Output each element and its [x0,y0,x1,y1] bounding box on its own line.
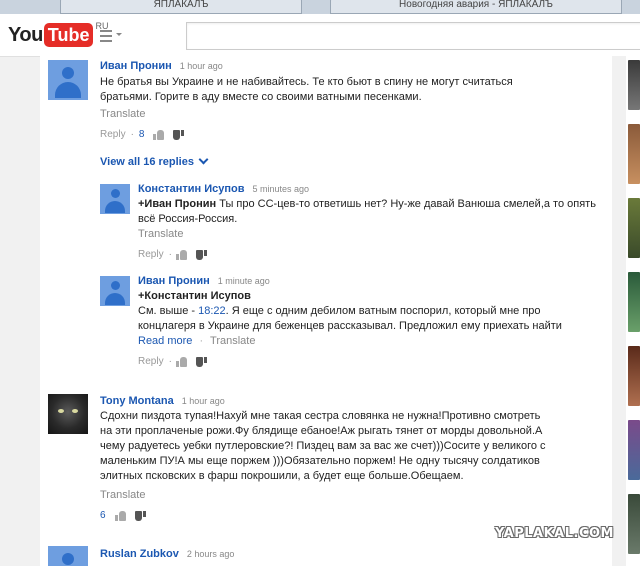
logo-you-text: You [8,23,43,46]
reply-mention[interactable]: +Константин Исупов [138,290,251,302]
reply-link[interactable]: Reply [138,249,164,260]
youtube-header: You Tube RU [0,14,640,57]
reply-actions: Reply · [138,356,212,367]
logo-tube-text: Tube [43,23,94,47]
translate-link[interactable]: Translate [100,489,145,501]
avatar[interactable] [48,546,88,566]
thumbs-down-icon[interactable] [195,249,208,260]
avatar[interactable] [48,394,88,434]
like-count: 8 [138,129,145,140]
comment-text: Не братья вы Украине и не набивайтесь. Т… [100,76,513,103]
browser-tab[interactable]: ЯПЛАКАЛЪ [60,0,302,14]
thumbs-down-icon[interactable] [173,129,185,140]
comment-actions: 6 [100,510,151,521]
comment-time[interactable]: 1 hour ago [182,396,225,406]
related-video-thumbnail[interactable] [628,124,640,184]
related-video-thumbnail[interactable] [628,272,640,332]
related-video-thumbnail[interactable] [628,198,640,258]
thumbs-up-icon[interactable] [175,356,188,367]
reply-text: +Иван Пронин Ты про СС-цев-то ответишь н… [138,198,596,225]
related-video-thumbnail[interactable] [628,494,640,554]
reply-mention[interactable]: +Иван Пронин [138,198,216,210]
reply-actions: Reply · [138,249,212,260]
related-video-thumbnail[interactable] [628,420,640,480]
guide-menu-icon[interactable] [100,27,122,43]
comment-author[interactable]: Ruslan Zubkov 2 hours ago [100,548,234,560]
comment-author[interactable]: Иван Пронин 1 hour ago [100,60,223,72]
reply-author[interactable]: Константин Исупов 5 minutes ago [138,183,309,195]
reply-author[interactable]: Иван Пронин 1 minute ago [138,275,270,287]
read-more-link[interactable]: Read more [138,335,192,347]
related-video-thumbnail[interactable] [628,60,640,110]
timestamp-link[interactable]: 18:22 [198,305,226,317]
translate-link[interactable]: Translate [100,108,145,120]
reply-time[interactable]: 5 minutes ago [252,184,309,194]
thumbs-up-icon[interactable] [114,510,127,521]
comment-text: Сдохни пиздота тупая!Нахуй мне такая сес… [100,410,546,482]
like-count: 6 [100,510,106,521]
reply-extra-links: Read more · Translate [138,335,256,347]
watermark-text: YAPLAKAL.COM [495,526,614,541]
thumbs-up-icon[interactable] [153,129,165,140]
thumbs-up-icon[interactable] [175,249,188,260]
thumbs-down-icon[interactable] [195,356,208,367]
comment-author[interactable]: Tony Montana 1 hour ago [100,395,225,407]
youtube-logo[interactable]: You Tube RU [8,21,108,47]
comment-time[interactable]: 1 hour ago [180,61,223,71]
translate-link[interactable]: Translate [210,335,255,347]
avatar[interactable] [100,184,130,214]
comments-panel: Иван Пронин 1 hour ago Не братья вы Украи… [40,56,612,566]
comment-actions: Reply · 8 [100,129,189,140]
avatar[interactable] [48,60,88,100]
reply-time[interactable]: 1 minute ago [218,276,270,286]
reply-link[interactable]: Reply [138,356,164,367]
thumbs-down-icon[interactable] [134,510,147,521]
comment-time[interactable]: 2 hours ago [187,549,235,559]
browser-tab-strip: ЯПЛАКАЛЪ Новогодняя авария - ЯПЛАКАЛЪ [0,0,640,14]
translate-link[interactable]: Translate [138,228,183,240]
related-video-thumbnail[interactable] [628,346,640,406]
reply-link[interactable]: Reply [100,129,126,140]
scrollbar[interactable] [612,56,626,566]
search-input[interactable] [186,22,640,50]
view-all-replies-link[interactable]: View all 16 replies [100,154,209,168]
browser-tab[interactable]: Новогодняя авария - ЯПЛАКАЛЪ [330,0,622,14]
chevron-down-icon [198,154,209,165]
reply-text: +Константин Исупов См. выше - 18:22. Я ещ… [138,290,562,332]
avatar[interactable] [100,276,130,306]
